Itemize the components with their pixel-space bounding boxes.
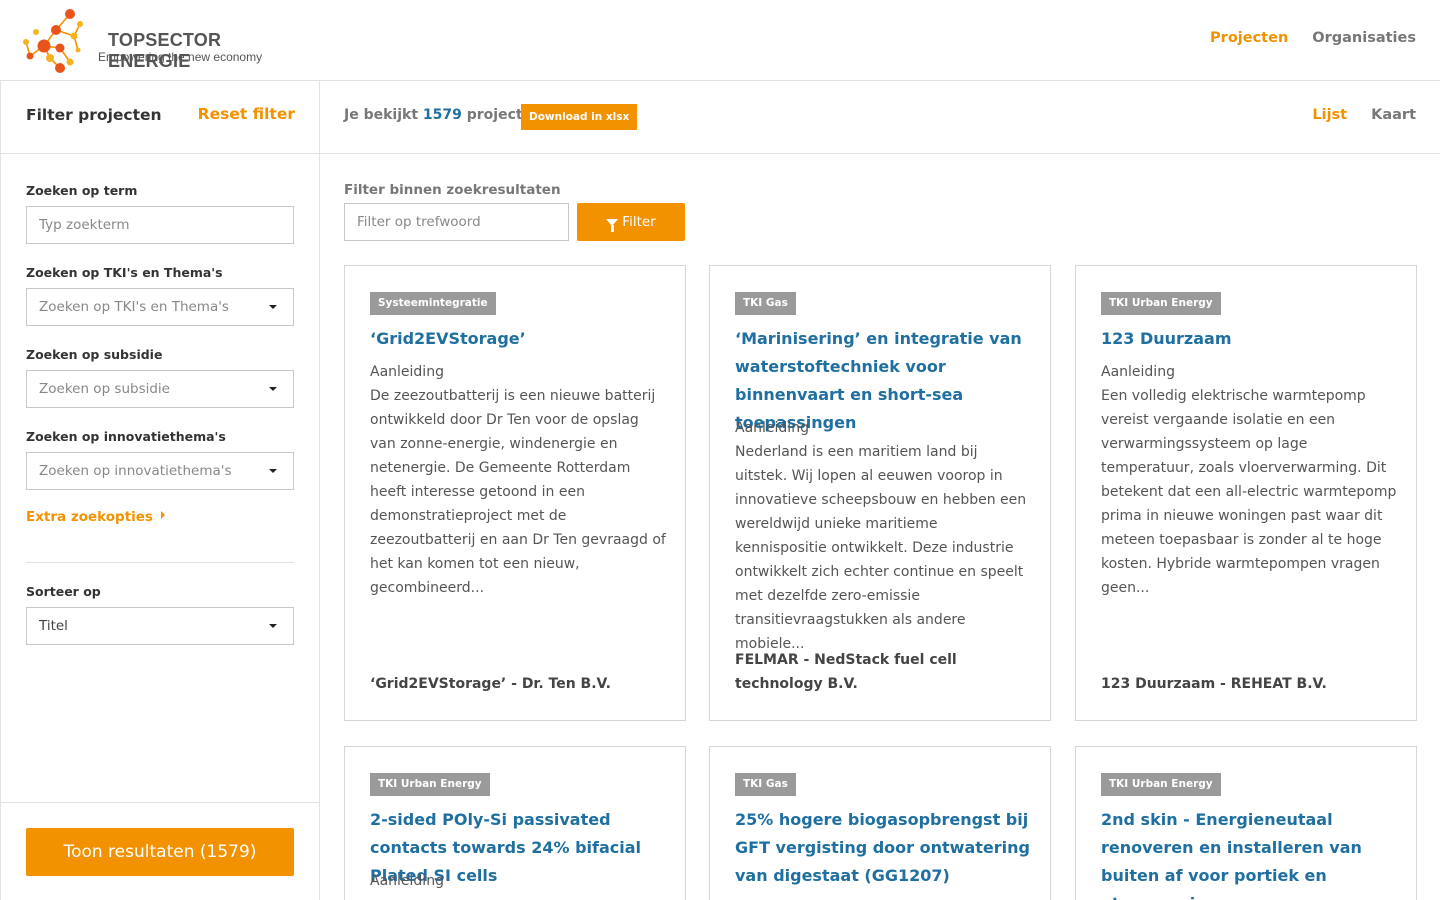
card-organisation: FELMAR - NedStack fuel cell technology B… [735,652,957,692]
project-title-link[interactable]: 2nd skin - Energieneutaal renoveren en i… [1101,806,1398,900]
theme-tag[interactable]: TKI Urban Energy [370,773,490,796]
site-header: TOPSECTOR ENERGIE Empowering the new eco… [0,0,1440,81]
sidebar-header: Filter projecten Reset filter [1,81,319,154]
sort-select-value: Titel [39,618,68,634]
tki-label: Zoeken op TKI's en Thema's [26,265,223,280]
card-description: De zeezoutbatterij is een nieuwe batteri… [370,388,666,596]
card-section-heading: Aanleiding [735,420,809,436]
innovation-label: Zoeken op innovatiethema's [26,429,226,444]
project-card[interactable]: TKI Gas ‘Marinisering’ en integratie van… [709,265,1051,721]
card-organisation: 123 Duurzaam - REHEAT B.V. [1101,676,1327,692]
results-count-number: 1579 [422,107,462,123]
extra-options-toggle[interactable]: Extra zoekopties [26,509,165,525]
theme-tag[interactable]: TKI Urban Energy [1101,292,1221,315]
download-xlsx-button[interactable]: Download in xlsx [521,104,638,130]
project-card[interactable]: Systeemintegratie ‘Grid2EVStorage’ Aanle… [344,265,686,721]
card-description: Nederland is een maritiem land bij uitst… [735,444,1027,652]
sidebar-footer: Toon resultaten (1579) [1,802,320,900]
sidebar-divider [26,562,294,563]
card-section-heading: Aanleiding [1101,364,1175,380]
nav-link-organisaties[interactable]: Organisaties [1312,30,1416,46]
subsidy-label: Zoeken op subsidie [26,347,163,362]
results-count-prefix: Je bekijkt [344,107,419,123]
project-title-link[interactable]: 25% hogere biogasopbrengst bij GFT vergi… [735,806,1032,890]
tki-select-placeholder: Zoeken op TKI's en Thema's [39,299,229,315]
filter-within-label: Filter binnen zoekresultaten [344,182,561,198]
caret-right-icon [160,511,165,519]
main-nav: Projecten Organisaties [1210,30,1416,46]
filter-sidebar: Filter projecten Reset filter Zoeken op … [0,81,320,900]
view-list-toggle[interactable]: Lijst [1312,107,1347,123]
extra-options-label: Extra zoekopties [26,509,153,525]
caret-down-icon [269,305,277,309]
nav-link-projecten[interactable]: Projecten [1210,30,1288,46]
sort-label: Sorteer op [26,584,101,599]
theme-tag[interactable]: TKI Urban Energy [1101,773,1221,796]
keyword-filter-input[interactable] [344,203,569,241]
innovation-select[interactable]: Zoeken op innovatiethema's [26,452,294,490]
tki-select[interactable]: Zoeken op TKI's en Thema's [26,288,294,326]
sort-select[interactable]: Titel [26,607,294,645]
project-title-link[interactable]: 123 Duurzaam [1101,325,1398,353]
funnel-icon [606,219,619,232]
innovation-select-placeholder: Zoeken op innovatiethema's [39,463,232,479]
project-title-link[interactable]: ‘Grid2EVStorage’ [370,325,667,353]
card-section-heading: Aanleiding [370,364,444,380]
molecule-logo-icon [23,9,83,73]
project-card[interactable]: TKI Urban Energy 2nd skin - Energieneuta… [1075,746,1417,900]
card-section-heading: Aanleiding [370,873,444,889]
search-term-label: Zoeken op term [26,183,138,198]
sidebar-title: Filter projecten [26,106,162,124]
theme-tag[interactable]: Systeemintegratie [370,292,496,315]
filter-button-label: Filter [622,214,656,230]
theme-tag[interactable]: TKI Gas [735,773,796,796]
view-toggle: Lijst Kaart [1312,107,1416,123]
logo-subtitle: Empowering the new economy [98,50,263,64]
project-card[interactable]: TKI Urban Energy 2-sided POly-Si passiva… [344,746,686,900]
project-card[interactable]: TKI Gas 25% hogere biogasopbrengst bij G… [709,746,1051,900]
filter-button[interactable]: Filter [577,203,685,241]
card-organisation: ‘Grid2EVStorage’ - Dr. Ten B.V. [370,676,611,692]
subsidy-select[interactable]: Zoeken op subsidie [26,370,294,408]
reset-filter-link[interactable]: Reset filter [198,105,295,123]
caret-down-icon [269,387,277,391]
site-logo[interactable]: TOPSECTOR ENERGIE Empowering the new eco… [22,6,272,74]
search-term-input[interactable] [26,206,294,244]
card-description: Een volledig elektrische warmtepomp vere… [1101,388,1397,596]
caret-down-icon [269,469,277,473]
results-topbar: Je bekijkt 1579 projecten Download in xl… [320,81,1440,154]
theme-tag[interactable]: TKI Gas [735,292,796,315]
results-count: Je bekijkt 1579 projecten [344,107,542,123]
project-card[interactable]: TKI Urban Energy 123 Duurzaam Aanleiding… [1075,265,1417,721]
show-results-button[interactable]: Toon resultaten (1579) [26,828,294,876]
view-map-toggle[interactable]: Kaart [1371,107,1416,123]
caret-down-icon [269,624,277,628]
subsidy-select-placeholder: Zoeken op subsidie [39,381,170,397]
